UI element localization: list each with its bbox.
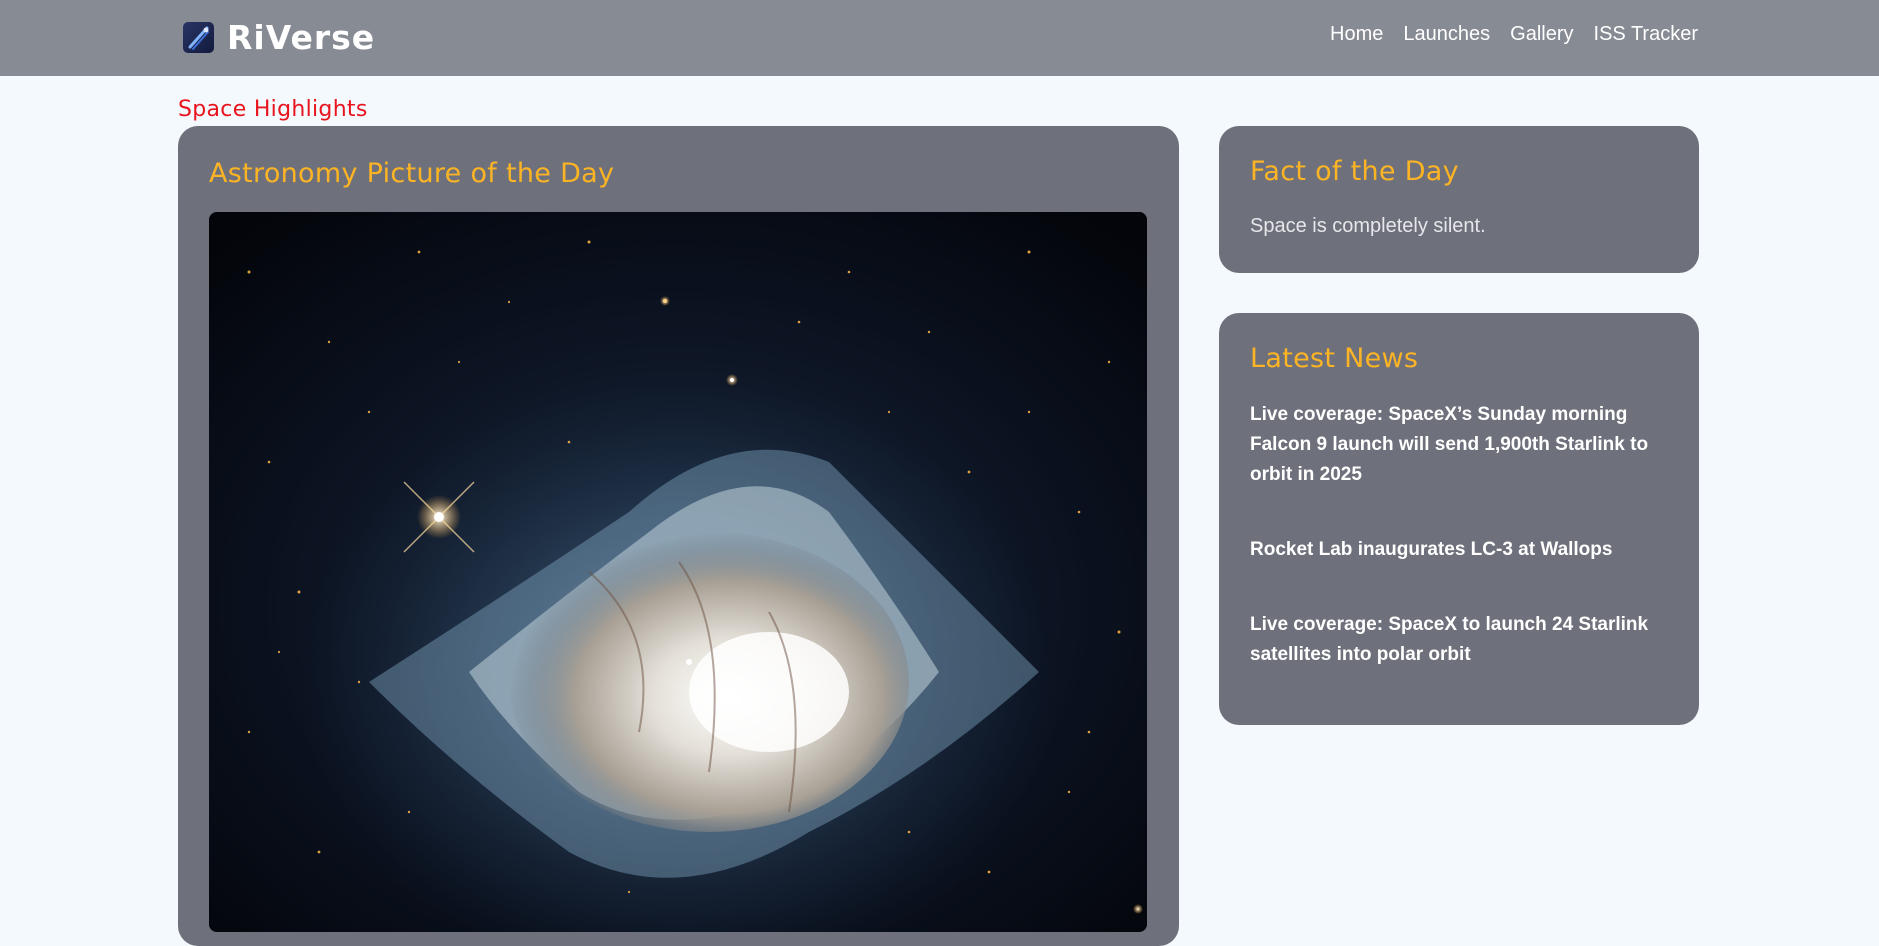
fact-text: Space is completely silent. — [1250, 215, 1486, 237]
nav-iss-tracker[interactable]: ISS Tracker — [1594, 23, 1698, 46]
nav-home[interactable]: Home — [1330, 23, 1383, 46]
apod-title: Astronomy Picture of the Day — [209, 158, 615, 189]
nav-gallery[interactable]: Gallery — [1510, 23, 1573, 46]
news-title: Latest News — [1250, 343, 1419, 374]
nav-links: Home Launches Gallery ISS Tracker — [1330, 23, 1698, 46]
fact-card: Fact of the Day Space is completely sile… — [1219, 126, 1699, 273]
brand[interactable]: RiVerse — [183, 17, 376, 57]
news-item[interactable]: Live coverage: SpaceX to launch 24 Starl… — [1250, 610, 1650, 670]
news-card: Latest News Live coverage: SpaceX’s Sund… — [1219, 313, 1699, 725]
rocket-icon — [183, 21, 214, 53]
nav-launches[interactable]: Launches — [1403, 23, 1490, 46]
brand-name: RiVerse — [227, 17, 376, 57]
news-item[interactable]: Live coverage: SpaceX’s Sunday morning F… — [1250, 400, 1650, 490]
apod-image[interactable] — [209, 212, 1147, 932]
news-list: Live coverage: SpaceX’s Sunday morning F… — [1250, 400, 1650, 715]
section-title: Space Highlights — [178, 97, 368, 122]
apod-card: Astronomy Picture of the Day — [178, 126, 1179, 946]
navbar: RiVerse Home Launches Gallery ISS Tracke… — [0, 0, 1879, 76]
fact-title: Fact of the Day — [1250, 156, 1459, 187]
news-item[interactable]: Rocket Lab inaugurates LC-3 at Wallops — [1250, 535, 1650, 565]
